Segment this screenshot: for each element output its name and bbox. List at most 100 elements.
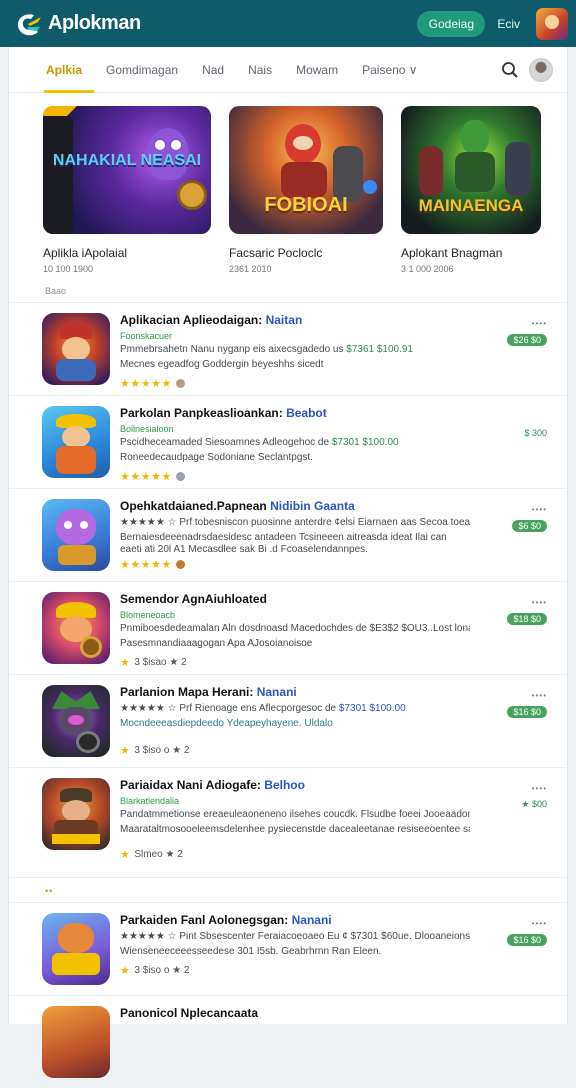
featured-meta: 2361 2010 <box>229 264 272 274</box>
list-item[interactable]: Panonicol Nplecancaata <box>9 995 569 1088</box>
list-item[interactable]: Parkolan Panpkeaslioankan: Beabot Boilne… <box>9 395 569 488</box>
rating-stars: ★★★★★ <box>120 378 172 390</box>
app-description-2: Maarataltmosooeleemsdelenhee pysiecenstd… <box>120 824 470 835</box>
app-title: Panonicol Nplecancaata <box>120 1006 259 1020</box>
tab-nad[interactable]: Nad <box>202 47 224 93</box>
app-price: $7301 $100.00 <box>338 703 406 714</box>
app-title: Aplikacian Aplieodaigan: <box>120 313 263 327</box>
app-subtitle: Foonskacuer <box>120 331 173 341</box>
app-icon <box>42 499 110 571</box>
app-description-2: Pasesmnandiaaagogan Apa AJosoianoisoe <box>120 638 313 649</box>
tab-gomdimagan[interactable]: Gomdimagan <box>106 47 178 93</box>
app-developer: Belhoo <box>264 778 305 792</box>
featured-artwork: FOBIOAI <box>229 106 383 234</box>
app-icon <box>42 685 110 757</box>
app-title: Opehkatdaianed.Papnean <box>120 499 267 513</box>
app-icon <box>42 778 110 850</box>
rating-icon <box>175 472 185 481</box>
price-badge[interactable]: ★ $00 <box>521 799 547 810</box>
rating-text: 3 $isao ★ 2 <box>134 657 187 668</box>
app-title: Semendor AgnAiuhloated <box>120 592 267 606</box>
app-icon <box>42 406 110 478</box>
app-description: Pnmiboesdedeamalan Aln dosdnoasd Macedoc… <box>120 623 470 634</box>
more-options-icon[interactable]: •••• <box>507 598 547 607</box>
featured-art-title: FOBIOAI <box>264 194 348 216</box>
more-options-icon[interactable]: •••• <box>512 505 547 514</box>
tab-more-dropdown[interactable]: Paiseno ∨ <box>362 47 417 93</box>
price-badge[interactable]: $18 $0 <box>507 613 547 625</box>
more-options-icon[interactable]: •••• <box>507 919 547 928</box>
header-link[interactable]: Eciv <box>497 17 520 31</box>
price-badge[interactable]: $6 $0 <box>512 520 547 532</box>
featured-card[interactable]: FOBIOAI Facsaric Pocloclc 2361 2010 <box>229 106 383 274</box>
app-description: ★★★★★ ☆ Pint Sbsescenter Feraiacoeoaeo E… <box>120 931 470 942</box>
user-avatar[interactable] <box>536 7 568 40</box>
more-options-icon[interactable]: •••• <box>507 319 547 328</box>
list-item[interactable]: Semendor AgnAiuhloated Blomeneoacb Pnmib… <box>9 581 569 674</box>
app-icon <box>42 592 110 664</box>
tab-mowam[interactable]: Mowam <box>296 47 338 93</box>
top-bar: Aplokman Godeiag Eciv <box>0 0 576 47</box>
app-icon <box>42 913 110 985</box>
price-badge[interactable]: $16 $0 <box>507 934 547 946</box>
featured-title: Aplokant Bnagman <box>401 246 503 260</box>
app-title: Parlanion Mapa Herani: <box>120 685 254 699</box>
logo[interactable]: Aplokman <box>14 11 141 37</box>
price-badge[interactable]: $ 300 <box>524 428 547 438</box>
featured-artwork: MAINAENGA <box>401 106 541 234</box>
app-description-2: Mocndeeeasdiepdeedo Ydeapeyhayene. Uldal… <box>120 718 333 729</box>
app-description: ★★★★★ ☆ Prf Rienoage ens Aflecporgesoc d… <box>120 703 337 714</box>
more-options-icon[interactable]: •••• <box>507 691 547 700</box>
price-badge[interactable]: $26 $0 <box>507 334 547 346</box>
app-icon <box>42 313 110 385</box>
app-developer: Beabot <box>286 406 327 420</box>
category-nav: Aplkia Gomdimagan Nad Nais Mowam Paiseno… <box>9 47 567 93</box>
list-item[interactable]: Parkaiden Fanl Aolonegsgan: Nanani ★★★★★… <box>9 902 569 995</box>
app-description-2: Bernaiesdeeenadrsdaesidesc antadeen Tcsi… <box>120 532 447 555</box>
app-list: Aplikacian Aplieodaigan: Naitan Foonskac… <box>9 302 569 1088</box>
rating-icon <box>175 379 185 388</box>
app-description-2: Wienseneeceeesseedese 301 I5sb. Geabrhrn… <box>120 946 382 957</box>
list-item[interactable]: Parlanion Mapa Herani: Nanani ★★★★★ ☆ Pr… <box>9 674 569 767</box>
featured-title: Aplikla iApolaial <box>43 246 128 260</box>
app-description: ★★★★★ ☆ Prf tobesniscon puosinne anterdr… <box>120 517 470 528</box>
featured-card[interactable]: MAINAENGA Aplokant Bnagman 3 1 000 2006 <box>401 106 541 274</box>
logo-mark-icon <box>18 13 41 35</box>
app-price: $7361 $100.91 <box>346 344 413 355</box>
section-label: •• <box>45 886 54 896</box>
list-item[interactable]: Opehkatdaianed.Papnean Nidibin Gaanta ★★… <box>9 488 569 581</box>
list-item[interactable]: Pariaidax Nani Adiogafe: Belhoo Blarkatl… <box>9 767 569 877</box>
app-developer: Nanani <box>256 685 297 699</box>
price-badge[interactable]: $16 $0 <box>507 706 547 718</box>
rating-text: 3 $iso o ★ 2 <box>134 745 190 756</box>
app-description-2: Roneedecaudpage Sodoniane Seclantpgst. <box>120 452 313 463</box>
rating-stars: ★★★★★ <box>120 559 172 571</box>
app-subtitle: Blomeneoacb <box>120 610 176 620</box>
rating-icon <box>175 560 185 569</box>
app-description: Pandatmmetionse ereaeuleaoneneno ilsehes… <box>120 809 470 820</box>
featured-art-title: MAINAENGA <box>418 196 524 215</box>
rating-text: Slmeo ★ 2 <box>134 849 183 860</box>
search-icon[interactable] <box>501 61 519 79</box>
primary-cta-button[interactable]: Godeiag <box>417 10 486 37</box>
featured-artwork: NAHAKIAL NEASAI <box>43 106 211 234</box>
app-developer: Nidibin Gaanta <box>270 499 355 513</box>
app-title: Parkaiden Fanl Aolonegsgan: <box>120 913 289 927</box>
list-item[interactable]: Aplikacian Aplieodaigan: Naitan Foonskac… <box>9 302 569 395</box>
app-subtitle: Boilnesialoon <box>120 424 174 434</box>
app-description: Pmmebrsahetn Nanu nyganp eis aixecsgaded… <box>120 344 344 355</box>
more-options-icon[interactable]: •••• <box>521 784 547 793</box>
app-title: Pariaidax Nani Adiogafe: <box>120 778 261 792</box>
logo-name: Aplokman <box>48 12 141 34</box>
featured-row: NAHAKIAL NEASAI Aplikla iApolaial 10 100… <box>9 93 567 274</box>
tab-aplkia[interactable]: Aplkia <box>43 47 95 93</box>
app-price: $7301 $100.00 <box>331 437 399 448</box>
section-divider: •• <box>9 877 569 902</box>
rating-stars: ★ <box>120 965 131 977</box>
rating-stars: ★ <box>120 849 131 861</box>
rating-text: 3 $iso o ★ 2 <box>134 965 190 976</box>
tab-nais[interactable]: Nais <box>248 47 272 93</box>
featured-card[interactable]: NAHAKIAL NEASAI Aplikla iApolaial 10 100… <box>43 106 211 274</box>
profile-avatar[interactable] <box>529 57 553 82</box>
app-developer: Naitan <box>265 313 303 327</box>
